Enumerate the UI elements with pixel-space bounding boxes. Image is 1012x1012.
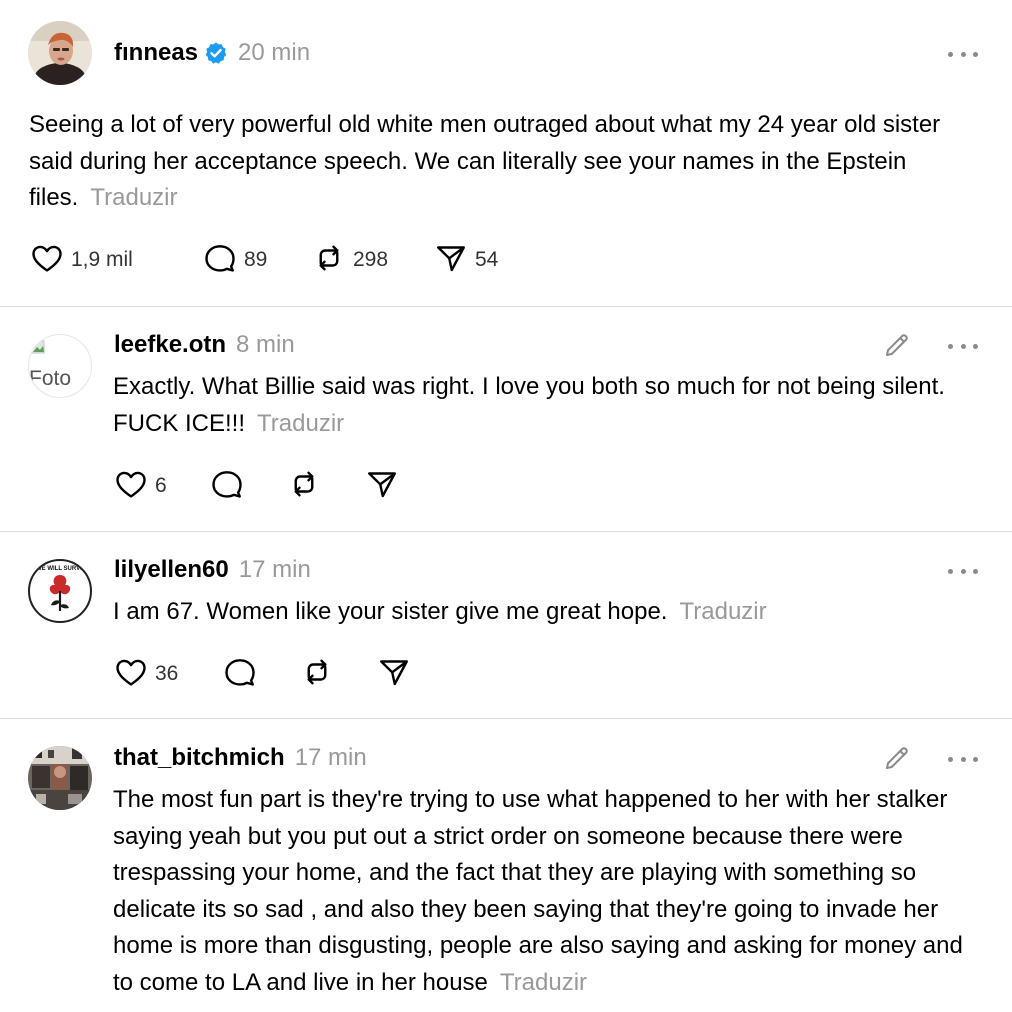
reply-time: 8 min <box>236 331 295 358</box>
reply-text: Exactly. What Billie said was right. I l… <box>113 369 978 442</box>
heart-icon <box>29 240 65 281</box>
more-options-icon[interactable] <box>948 336 978 356</box>
more-options-icon[interactable] <box>948 44 978 64</box>
thread-feed: fınneas 20 min Seeing a lot of very powe… <box>0 0 1012 1012</box>
divider <box>0 531 1012 532</box>
heart-icon <box>113 654 149 695</box>
username[interactable]: that_bitchmich <box>114 744 285 772</box>
like-count: 1,9 mil <box>71 248 133 271</box>
like-button[interactable]: 1,9 mil <box>29 242 133 278</box>
reply-text-content: Exactly. What Billie said was right. I l… <box>113 373 945 437</box>
pencil-icon[interactable] <box>882 743 912 773</box>
divider <box>0 718 1012 719</box>
avatar-alt-text: Foto <box>29 367 72 390</box>
translate-link[interactable]: Traduzir <box>679 598 766 625</box>
reply-header: that_bitchmich 17 min <box>114 741 367 775</box>
send-icon <box>433 240 469 281</box>
reply-text-content: I am 67. Women like your sister give me … <box>113 598 668 625</box>
repost-button[interactable] <box>286 468 322 504</box>
repost-button[interactable]: 298 <box>311 242 388 278</box>
repost-icon <box>286 466 322 507</box>
share-button[interactable]: 54 <box>433 242 498 278</box>
send-icon <box>364 466 400 507</box>
comment-icon <box>202 240 238 281</box>
like-count: 6 <box>155 474 167 497</box>
more-options-icon[interactable] <box>948 561 978 581</box>
like-button[interactable]: 36 <box>113 656 178 692</box>
reply-button[interactable] <box>222 656 258 692</box>
send-icon <box>376 654 412 695</box>
post-header: fınneas 20 min <box>114 36 310 70</box>
avatar-leefke[interactable]: Foto <box>28 334 92 398</box>
reply-header: lilyellen60 17 min <box>114 553 311 587</box>
like-button[interactable]: 6 <box>113 468 167 504</box>
translate-link[interactable]: Traduzir <box>90 184 177 211</box>
like-count: 36 <box>155 662 179 685</box>
repost-count: 298 <box>353 248 389 271</box>
repost-button[interactable] <box>299 656 335 692</box>
reply-time: 17 min <box>238 556 311 583</box>
avatar-lilyellen[interactable]: WE WILL SURVIVE <box>28 559 92 623</box>
reply-header: leefke.otn 8 min <box>114 328 295 362</box>
more-options-icon[interactable] <box>948 749 978 769</box>
comment-icon <box>222 654 258 695</box>
avatar-that-bitchmich[interactable] <box>28 746 92 810</box>
post-time: 20 min <box>238 39 311 66</box>
comment-icon <box>209 466 245 507</box>
repost-icon <box>299 654 335 695</box>
reply-button[interactable] <box>209 468 245 504</box>
repost-icon <box>311 240 347 281</box>
reply-text: I am 67. Women like your sister give me … <box>113 594 978 631</box>
reply-time: 17 min <box>294 744 367 771</box>
verified-badge-icon <box>204 41 228 65</box>
translate-link[interactable]: Traduzir <box>257 410 344 437</box>
reply-button[interactable]: 89 <box>202 242 267 278</box>
username[interactable]: fınneas <box>114 39 198 67</box>
reply-text: The most fun part is they're trying to u… <box>113 782 973 1002</box>
translate-link[interactable]: Traduzir <box>500 969 587 996</box>
share-button[interactable] <box>376 656 412 692</box>
share-count: 54 <box>475 248 499 271</box>
avatar-badge-text: WE WILL SURVIVE <box>36 566 90 572</box>
heart-icon <box>113 466 149 507</box>
reply-count: 89 <box>244 248 268 271</box>
share-button[interactable] <box>364 468 400 504</box>
divider <box>0 306 1012 307</box>
pencil-icon[interactable] <box>882 330 912 360</box>
post-text: Seeing a lot of very powerful old white … <box>29 107 979 217</box>
avatar-finneas[interactable] <box>28 21 92 85</box>
username[interactable]: leefke.otn <box>114 331 226 359</box>
reply-text-content: The most fun part is they're trying to u… <box>113 786 963 996</box>
username[interactable]: lilyellen60 <box>114 556 229 584</box>
